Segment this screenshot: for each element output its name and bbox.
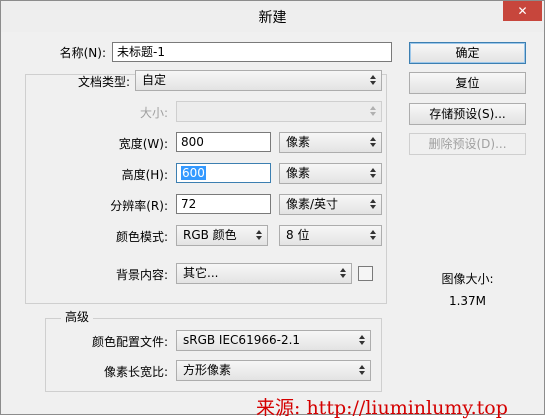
width-unit-value: 像素 bbox=[286, 135, 311, 149]
name-input[interactable]: 未标题-1 bbox=[112, 42, 392, 62]
preset-select[interactable]: 自定 bbox=[135, 70, 382, 91]
height-unit-value: 像素 bbox=[286, 166, 311, 180]
color-profile-select[interactable]: sRGB IEC61966-2.1 bbox=[176, 330, 371, 351]
bit-depth-select[interactable]: 8 位 bbox=[279, 225, 382, 246]
new-document-dialog: 新建 ✕ 名称(N): 未标题-1 文档类型: 自定 大小: 宽度(W): 80… bbox=[0, 0, 545, 415]
background-value: 其它... bbox=[183, 266, 219, 280]
ok-button[interactable]: 确定 bbox=[409, 42, 526, 64]
dialog-title: 新建 bbox=[258, 10, 287, 26]
preset-label: 文档类型: bbox=[77, 75, 130, 89]
background-label: 背景内容: bbox=[115, 268, 168, 282]
size-label: 大小: bbox=[139, 106, 168, 120]
title-bar[interactable]: 新建 ✕ bbox=[1, 1, 544, 32]
resolution-unit-select[interactable]: 像素/英寸 bbox=[279, 194, 382, 215]
height-value: 600 bbox=[181, 166, 206, 180]
name-label: 名称(N): bbox=[59, 46, 106, 60]
dialog-body: 名称(N): 未标题-1 文档类型: 自定 大小: 宽度(W): 800 像素 … bbox=[9, 32, 536, 408]
source-watermark: 来源: http://liuminlumy.top bbox=[256, 397, 508, 419]
height-input[interactable]: 600 bbox=[176, 163, 271, 183]
height-label: 高度(H): bbox=[121, 168, 168, 182]
resolution-label: 分辨率(R): bbox=[110, 199, 168, 213]
resolution-input[interactable]: 72 bbox=[176, 194, 271, 214]
image-size-value: 1.37M bbox=[448, 294, 487, 308]
chevron-updown-icon bbox=[256, 229, 262, 241]
chevron-updown-icon bbox=[370, 105, 376, 117]
color-mode-select[interactable]: RGB 颜色 bbox=[176, 225, 268, 246]
width-unit-select[interactable]: 像素 bbox=[279, 132, 382, 153]
advanced-legend: 高级 bbox=[61, 308, 94, 325]
resolution-unit-value: 像素/英寸 bbox=[286, 197, 339, 211]
height-unit-select[interactable]: 像素 bbox=[279, 163, 382, 184]
chevron-updown-icon bbox=[370, 198, 376, 210]
background-select[interactable]: 其它... bbox=[176, 263, 352, 284]
width-input[interactable]: 800 bbox=[176, 132, 271, 152]
pixel-aspect-value: 方形像素 bbox=[183, 363, 232, 377]
image-size-label: 图像大小: bbox=[441, 272, 494, 286]
width-label: 宽度(W): bbox=[118, 137, 168, 151]
close-button[interactable]: ✕ bbox=[503, 1, 542, 21]
save-preset-button[interactable]: 存储预设(S)... bbox=[409, 103, 526, 125]
chevron-updown-icon bbox=[370, 136, 376, 148]
pixel-aspect-label: 像素长宽比: bbox=[103, 365, 168, 379]
color-mode-label: 颜色模式: bbox=[115, 230, 168, 244]
size-select[interactable] bbox=[176, 101, 382, 122]
chevron-updown-icon bbox=[359, 334, 365, 346]
color-profile-label: 颜色配置文件: bbox=[91, 335, 168, 349]
chevron-updown-icon bbox=[340, 267, 346, 279]
chevron-updown-icon bbox=[370, 167, 376, 179]
bit-depth-value: 8 位 bbox=[286, 228, 310, 242]
color-mode-value: RGB 颜色 bbox=[183, 228, 237, 242]
pixel-aspect-select[interactable]: 方形像素 bbox=[176, 360, 371, 381]
chevron-updown-icon bbox=[370, 74, 376, 86]
color-profile-value: sRGB IEC61966-2.1 bbox=[183, 333, 301, 347]
preset-value: 自定 bbox=[142, 73, 167, 87]
background-color-swatch[interactable] bbox=[358, 266, 373, 281]
chevron-updown-icon bbox=[370, 229, 376, 241]
delete-preset-button[interactable]: 删除预设(D)... bbox=[409, 133, 526, 155]
chevron-updown-icon bbox=[359, 364, 365, 376]
reset-button[interactable]: 复位 bbox=[409, 72, 526, 94]
